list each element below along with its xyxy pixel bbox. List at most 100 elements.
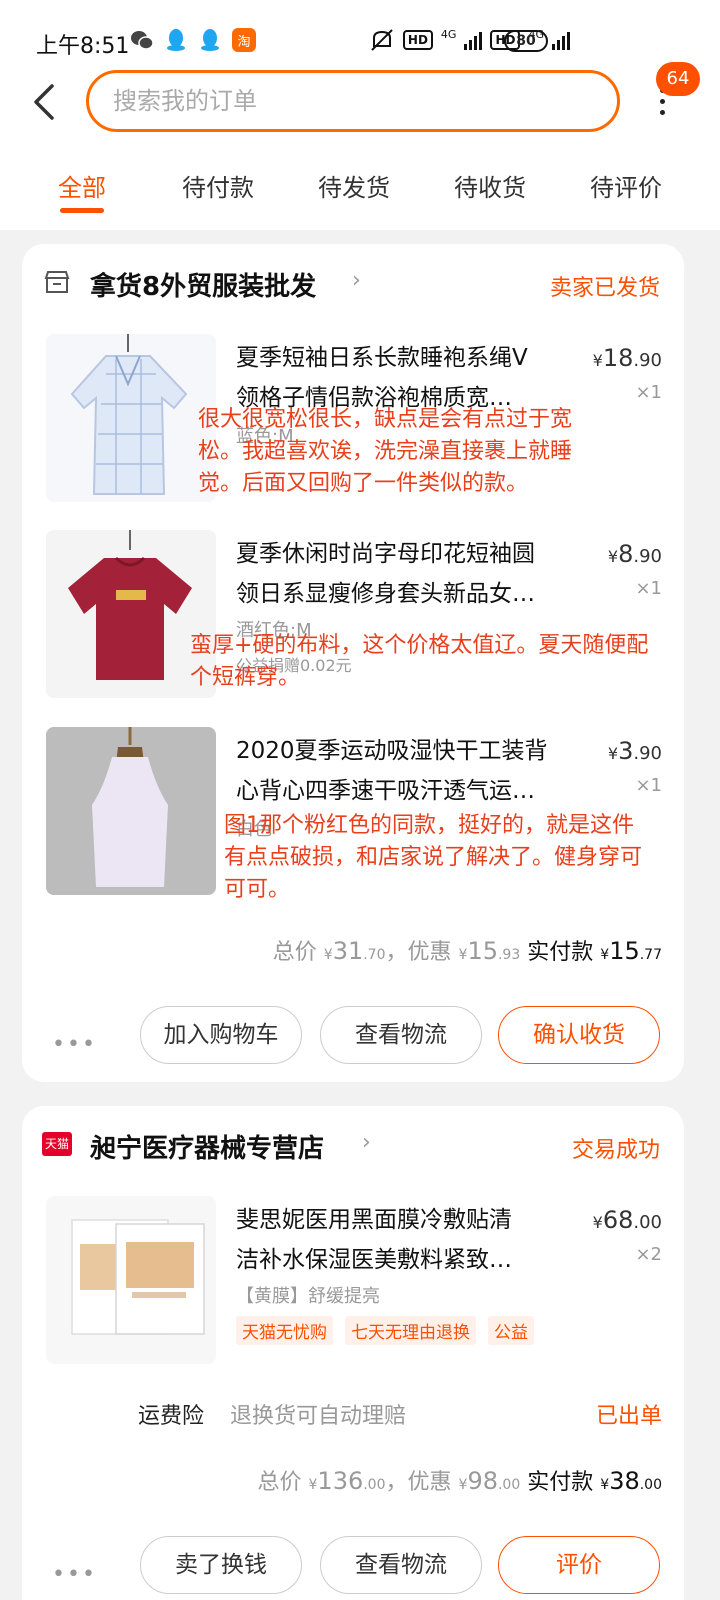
product-image[interactable] xyxy=(46,530,216,698)
status-time: 上午8:51 xyxy=(36,34,130,59)
signal-icon xyxy=(552,30,570,50)
search-input[interactable] xyxy=(89,73,617,129)
more-actions-button[interactable]: ••• xyxy=(52,1562,97,1587)
shop-header[interactable]: 拿货8外贸服装批发 › 卖家已发货 xyxy=(22,244,684,324)
tab-pending-payment[interactable]: 待付款 xyxy=(182,168,254,203)
product-title[interactable]: 夏季休闲时尚字母印花短袖圆 领日系显瘦修身套头新品女… xyxy=(236,534,576,614)
order-card[interactable]: 拿货8外贸服装批发 › 卖家已发货 夏季短袖日系长款睡袍系绳V 领格子情侣款浴袍… xyxy=(22,244,684,1082)
product-quantity: ×1 xyxy=(635,382,662,403)
service-tag: 七天无理由退换 xyxy=(345,1316,476,1345)
product-sku: 酒红色;M xyxy=(236,620,312,641)
product-title-line: 夏季短袖日系长款睡袍系绳V xyxy=(236,345,528,371)
paid-label: 实付款 xyxy=(527,940,594,965)
tmall-badge: 天猫 xyxy=(42,1132,72,1156)
wechat-icon xyxy=(130,28,154,52)
total-label: 总价 xyxy=(257,1470,302,1495)
product-sku: 【黄膜】舒缓提亮 xyxy=(236,1286,380,1307)
price-yuan: 8 xyxy=(618,540,634,568)
product-image[interactable] xyxy=(46,727,216,895)
insurance-label: 运费险 xyxy=(138,1404,205,1429)
product-title[interactable]: 斐思妮医用黑面膜冷敷贴清 洁补水保湿医美敷料紧致… xyxy=(236,1200,576,1280)
confirm-receipt-button[interactable]: 确认收货 xyxy=(498,1006,660,1064)
currency-symbol: ¥ xyxy=(323,947,333,963)
view-logistics-button[interactable]: 查看物流 xyxy=(320,1536,482,1594)
price-yuan: 68 xyxy=(602,1206,634,1234)
view-logistics-button[interactable]: 查看物流 xyxy=(320,1006,482,1064)
network-label: 4G xyxy=(440,28,457,41)
order-card[interactable]: 天猫 昶宁医疗器械专营店 › 交易成功 斐思妮医用黑面膜冷敷贴清 洁补水保湿医美… xyxy=(22,1106,684,1600)
more-actions-button[interactable]: ••• xyxy=(52,1032,97,1057)
price-cents: .90 xyxy=(633,350,662,371)
currency-symbol: ¥ xyxy=(592,1213,603,1232)
paid-cents: .00 xyxy=(639,1477,662,1493)
tab-pending-shipment[interactable]: 待发货 xyxy=(318,168,390,203)
tab-pending-receipt[interactable]: 待收货 xyxy=(454,168,526,203)
shop-header[interactable]: 天猫 昶宁医疗器械专营店 › 交易成功 xyxy=(22,1106,684,1186)
product-price: ¥8.90 xyxy=(608,540,662,568)
product-title-line: 领格子情侣款浴袍棉质宽… xyxy=(236,385,512,411)
product-image[interactable] xyxy=(46,1196,216,1364)
product-title[interactable]: 夏季短袖日系长款睡袍系绳V 领格子情侣款浴袍棉质宽… xyxy=(236,338,576,418)
review-button[interactable]: 评价 xyxy=(498,1536,660,1594)
shop-name[interactable]: 昶宁医疗器械专营店 xyxy=(90,1128,324,1165)
order-status: 交易成功 xyxy=(571,1138,660,1163)
chevron-right-icon: › xyxy=(352,268,361,293)
tab-pending-review[interactable]: 待评价 xyxy=(590,168,662,203)
product-price: ¥18.90 xyxy=(593,344,662,372)
insurance-status: 已出单 xyxy=(595,1404,662,1429)
order-item[interactable]: 夏季短袖日系长款睡袍系绳V 领格子情侣款浴袍棉质宽… 蓝色;M ¥18.90 ×… xyxy=(22,334,684,514)
product-sku: 蓝色;M xyxy=(236,426,294,447)
paid-amount: 实付款 ¥15.77 xyxy=(527,937,662,965)
shop-name[interactable]: 拿货8外贸服装批发 xyxy=(90,266,316,303)
paid-cents: .77 xyxy=(639,947,662,963)
price-cents: .00 xyxy=(633,1212,662,1233)
shipping-insurance-row[interactable]: 运费险 退换货可自动理赔 已出单 xyxy=(22,1394,684,1434)
order-item[interactable]: 夏季休闲时尚字母印花短袖圆 领日系显瘦修身套头新品女… 酒红色;M 公益捐赠0.… xyxy=(22,530,684,710)
order-price-summary: 总价 ¥136.00，优惠 ¥98.00 实付款 ¥38.00 xyxy=(257,1464,662,1496)
product-title-line: 斐思妮医用黑面膜冷敷贴清 xyxy=(236,1207,512,1233)
active-tab-indicator xyxy=(60,208,104,213)
price-cents: .90 xyxy=(633,546,662,567)
store-icon xyxy=(44,271,70,293)
discount-cents: .93 xyxy=(497,947,521,963)
discount-yuan: 15 xyxy=(467,937,498,965)
product-image[interactable] xyxy=(46,334,216,502)
total-cents: .70 xyxy=(363,947,386,963)
product-title-line: 夏季休闲时尚字母印花短袖圆 xyxy=(236,541,535,567)
total-label: 总价 xyxy=(272,940,317,965)
currency-symbol: ¥ xyxy=(607,547,619,566)
service-tags: 天猫无忧购 七天无理由退换 公益 xyxy=(236,1316,534,1345)
resell-button[interactable]: 卖了换钱 xyxy=(140,1536,302,1594)
order-search-box[interactable] xyxy=(86,70,620,132)
product-price: ¥68.00 xyxy=(593,1206,662,1234)
add-to-cart-button[interactable]: 加入购物车 xyxy=(140,1006,302,1064)
paid-yuan: 38 xyxy=(609,1467,640,1495)
taobao-icon: 淘 xyxy=(232,28,256,52)
product-title[interactable]: 2020夏季运动吸湿快干工装背 心背心四季速干吸汗透气运… xyxy=(236,731,576,811)
order-item[interactable]: 2020夏季运动吸湿快干工装背 心背心四季速干吸汗透气运… 白色 ¥3.90 ×… xyxy=(22,727,684,907)
chevron-left-icon xyxy=(34,84,54,120)
product-title-line: 心背心四季速干吸汗透气运… xyxy=(236,778,535,804)
currency-symbol: ¥ xyxy=(592,351,603,370)
order-actions: ••• 加入购物车 查看物流 确认收货 xyxy=(22,1006,684,1066)
signal-icon xyxy=(464,30,483,50)
discount-yuan: 98 xyxy=(467,1467,498,1495)
status-bar: 上午8:51 淘 HD 4G HD 4G 80 xyxy=(0,0,720,70)
order-status: 卖家已发货 xyxy=(549,276,660,301)
product-quantity: ×2 xyxy=(635,1244,662,1265)
product-title-line: 2020夏季运动吸湿快干工装背 xyxy=(236,738,548,764)
back-button[interactable] xyxy=(30,84,60,120)
tab-all[interactable]: 全部 xyxy=(58,168,106,203)
discount-label: ，优惠 xyxy=(385,1470,452,1495)
total-cents: .00 xyxy=(363,1477,386,1493)
mute-icon xyxy=(371,29,393,51)
paid-yuan: 15 xyxy=(609,937,640,965)
price-yuan: 3 xyxy=(618,737,634,765)
product-sku: 白色 xyxy=(236,819,272,840)
price-cents: .90 xyxy=(633,743,662,764)
currency-symbol: ¥ xyxy=(600,1477,610,1493)
product-title-line: 洁补水保湿医美敷料紧致… xyxy=(236,1247,512,1273)
product-price: ¥3.90 xyxy=(608,737,662,765)
product-quantity: ×1 xyxy=(635,775,662,796)
order-item[interactable]: 斐思妮医用黑面膜冷敷贴清 洁补水保湿医美敷料紧致… 【黄膜】舒缓提亮 天猫无忧购… xyxy=(22,1196,684,1376)
